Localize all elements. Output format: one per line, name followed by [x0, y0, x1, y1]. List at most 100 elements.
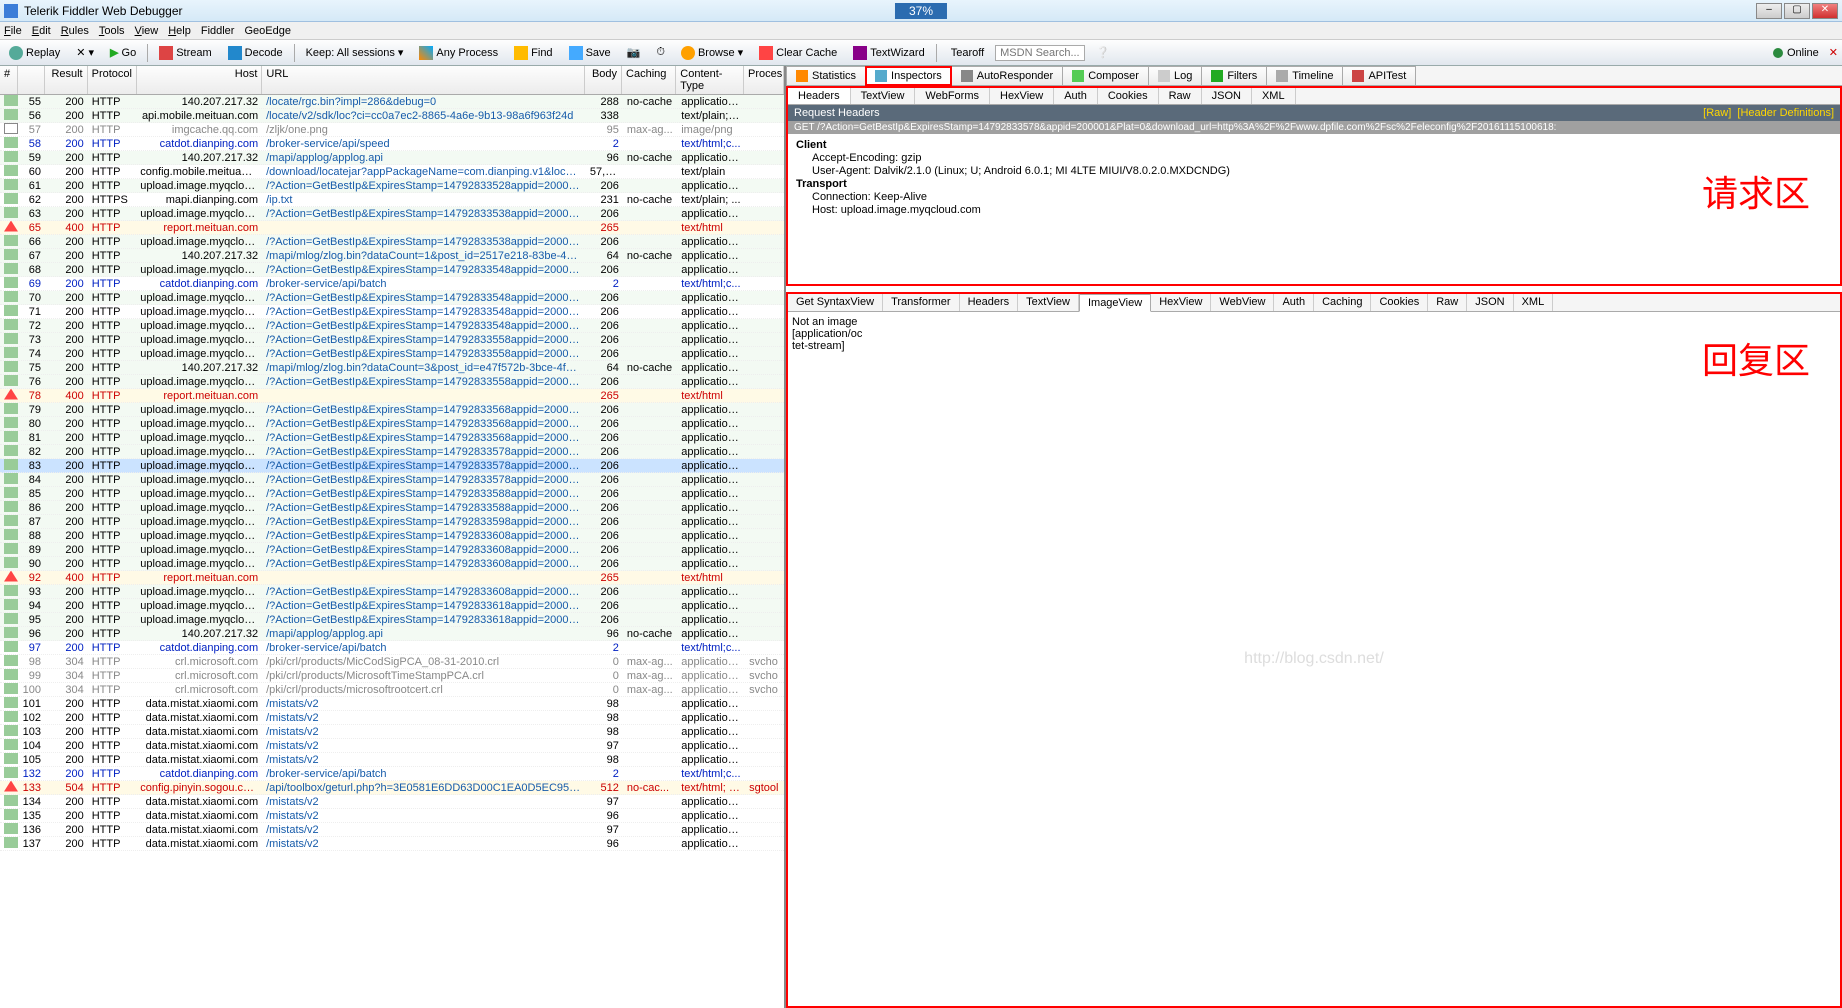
session-row[interactable]: 58200HTTPcatdot.dianping.com/broker-serv…	[0, 137, 784, 151]
session-row[interactable]: 95200HTTPupload.image.myqcloud.com/?Acti…	[0, 613, 784, 627]
tab-statistics[interactable]: Statistics	[786, 66, 866, 85]
clear-cache-button[interactable]: Clear Cache	[754, 44, 842, 62]
stream-button[interactable]: Stream	[154, 44, 216, 62]
session-row[interactable]: 102200HTTPdata.mistat.xiaomi.com/mistats…	[0, 711, 784, 725]
help-button[interactable]: ❔	[1091, 44, 1115, 61]
session-row[interactable]: 87200HTTPupload.image.myqcloud.com/?Acti…	[0, 515, 784, 529]
session-row[interactable]: 79200HTTPupload.image.myqcloud.com/?Acti…	[0, 403, 784, 417]
session-row[interactable]: 99304HTTPcrl.microsoft.com/pki/crl/produ…	[0, 669, 784, 683]
session-row[interactable]: 66200HTTPupload.image.myqcloud.com/?Acti…	[0, 235, 784, 249]
session-row[interactable]: 136200HTTPdata.mistat.xiaomi.com/mistats…	[0, 823, 784, 837]
tab-timeline[interactable]: Timeline	[1266, 66, 1343, 85]
session-row[interactable]: 89200HTTPupload.image.myqcloud.com/?Acti…	[0, 543, 784, 557]
resptab-hexview[interactable]: HexView	[1151, 294, 1211, 311]
session-row[interactable]: 101200HTTPdata.mistat.xiaomi.com/mistats…	[0, 697, 784, 711]
session-list[interactable]: # Result Protocol Host URL Body Caching …	[0, 66, 786, 1008]
resptab-webview[interactable]: WebView	[1211, 294, 1274, 311]
msdn-search-input[interactable]	[995, 45, 1085, 61]
reqtab-raw[interactable]: Raw	[1159, 88, 1202, 104]
session-row[interactable]: 81200HTTPupload.image.myqcloud.com/?Acti…	[0, 431, 784, 445]
resptab-raw[interactable]: Raw	[1428, 294, 1467, 311]
session-row[interactable]: 83200HTTPupload.image.myqcloud.com/?Acti…	[0, 459, 784, 473]
session-row[interactable]: 85200HTTPupload.image.myqcloud.com/?Acti…	[0, 487, 784, 501]
col-icon[interactable]: #	[0, 66, 18, 94]
any-process[interactable]: Any Process	[414, 44, 503, 62]
reqtab-textview[interactable]: TextView	[851, 88, 916, 104]
session-row[interactable]: 133504HTTPconfig.pinyin.sogou.com/api/to…	[0, 781, 784, 795]
remove-button[interactable]: ✕ ▾	[71, 44, 99, 61]
menu-view[interactable]: View	[135, 25, 159, 37]
reqtab-webforms[interactable]: WebForms	[915, 88, 990, 104]
col-protocol[interactable]: Protocol	[88, 66, 137, 94]
session-row[interactable]: 84200HTTPupload.image.myqcloud.com/?Acti…	[0, 473, 784, 487]
session-row[interactable]: 72200HTTPupload.image.myqcloud.com/?Acti…	[0, 319, 784, 333]
session-row[interactable]: 67200HTTP140.207.217.32/mapi/mlog/zlog.b…	[0, 249, 784, 263]
session-row[interactable]: 94200HTTPupload.image.myqcloud.com/?Acti…	[0, 599, 784, 613]
session-row[interactable]: 80200HTTPupload.image.myqcloud.com/?Acti…	[0, 417, 784, 431]
session-row[interactable]: 62200HTTPSmapi.dianping.com/ip.txt231no-…	[0, 193, 784, 207]
session-row[interactable]: 97200HTTPcatdot.dianping.com/broker-serv…	[0, 641, 784, 655]
session-row[interactable]: 61200HTTPupload.image.myqcloud.com/?Acti…	[0, 179, 784, 193]
menu-tools[interactable]: Tools	[99, 25, 125, 37]
session-row[interactable]: 73200HTTPupload.image.myqcloud.com/?Acti…	[0, 333, 784, 347]
tab-autoresponder[interactable]: AutoResponder	[951, 66, 1063, 85]
close-toolbar[interactable]: ✕	[1829, 46, 1838, 59]
col-process[interactable]: Proces	[744, 66, 784, 94]
session-row[interactable]: 134200HTTPdata.mistat.xiaomi.com/mistats…	[0, 795, 784, 809]
keep-sessions[interactable]: Keep: All sessions ▾	[301, 44, 409, 61]
save-button[interactable]: Save	[564, 44, 616, 62]
col-result[interactable]: Result	[45, 66, 88, 94]
session-row[interactable]: 96200HTTP140.207.217.32/mapi/applog/appl…	[0, 627, 784, 641]
menu-fiddler[interactable]: Fiddler	[201, 25, 235, 37]
reqtab-headers[interactable]: Headers	[788, 88, 851, 104]
decode-button[interactable]: Decode	[223, 44, 288, 62]
find-button[interactable]: Find	[509, 44, 557, 62]
session-row[interactable]: 100304HTTPcrl.microsoft.com/pki/crl/prod…	[0, 683, 784, 697]
col-content-type[interactable]: Content-Type	[676, 66, 744, 94]
session-row[interactable]: 105200HTTPdata.mistat.xiaomi.com/mistats…	[0, 753, 784, 767]
resptab-textview[interactable]: TextView	[1018, 294, 1079, 311]
session-row[interactable]: 57200HTTPimgcache.qq.com/zljk/one.png95m…	[0, 123, 784, 137]
header-def-link[interactable]: [Header Definitions]	[1737, 107, 1834, 119]
col-host[interactable]: Host	[137, 66, 262, 94]
menu-file[interactable]: File	[4, 25, 22, 37]
session-row[interactable]: 104200HTTPdata.mistat.xiaomi.com/mistats…	[0, 739, 784, 753]
session-row[interactable]: 75200HTTP140.207.217.32/mapi/mlog/zlog.b…	[0, 361, 784, 375]
raw-link[interactable]: [Raw]	[1703, 107, 1731, 119]
browse-button[interactable]: Browse ▾	[676, 44, 748, 62]
tab-composer[interactable]: Composer	[1062, 66, 1149, 85]
go-button[interactable]: ▶Go	[105, 44, 141, 61]
tab-log[interactable]: Log	[1148, 66, 1202, 85]
tearoff-button[interactable]: Tearoff	[943, 45, 989, 61]
tab-apitest[interactable]: APITest	[1342, 66, 1416, 85]
session-row[interactable]: 137200HTTPdata.mistat.xiaomi.com/mistats…	[0, 837, 784, 851]
session-row[interactable]: 60200HTTPconfig.mobile.meituan.com/downl…	[0, 165, 784, 179]
session-row[interactable]: 86200HTTPupload.image.myqcloud.com/?Acti…	[0, 501, 784, 515]
resptab-json[interactable]: JSON	[1467, 294, 1513, 311]
resptab-cookies[interactable]: Cookies	[1371, 294, 1428, 311]
session-row[interactable]: 68200HTTPupload.image.myqcloud.com/?Acti…	[0, 263, 784, 277]
session-row[interactable]: 78400HTTPreport.meituan.com265text/html	[0, 389, 784, 403]
session-row[interactable]: 88200HTTPupload.image.myqcloud.com/?Acti…	[0, 529, 784, 543]
session-row[interactable]: 135200HTTPdata.mistat.xiaomi.com/mistats…	[0, 809, 784, 823]
replay-button[interactable]: Replay	[4, 44, 65, 62]
tab-filters[interactable]: Filters	[1201, 66, 1267, 85]
reqtab-auth[interactable]: Auth	[1054, 88, 1098, 104]
resptab-transformer[interactable]: Transformer	[883, 294, 960, 311]
session-row[interactable]: 70200HTTPupload.image.myqcloud.com/?Acti…	[0, 291, 784, 305]
resptab-auth[interactable]: Auth	[1274, 294, 1314, 311]
session-row[interactable]: 63200HTTPupload.image.myqcloud.com/?Acti…	[0, 207, 784, 221]
col-url[interactable]: URL	[262, 66, 585, 94]
session-row[interactable]: 74200HTTPupload.image.myqcloud.com/?Acti…	[0, 347, 784, 361]
reqtab-cookies[interactable]: Cookies	[1098, 88, 1159, 104]
tab-inspectors[interactable]: Inspectors	[865, 66, 952, 86]
textwizard-button[interactable]: TextWizard	[848, 44, 929, 62]
reqtab-json[interactable]: JSON	[1202, 88, 1252, 104]
resptab-syntax[interactable]: Get SyntaxView	[788, 294, 883, 311]
camera-button[interactable]: 📷	[622, 44, 646, 61]
resptab-headers[interactable]: Headers	[960, 294, 1019, 311]
resptab-imageview[interactable]: ImageView	[1079, 294, 1151, 312]
session-row[interactable]: 93200HTTPupload.image.myqcloud.com/?Acti…	[0, 585, 784, 599]
session-row[interactable]: 69200HTTPcatdot.dianping.com/broker-serv…	[0, 277, 784, 291]
maximize-button[interactable]: ▢	[1784, 3, 1810, 19]
